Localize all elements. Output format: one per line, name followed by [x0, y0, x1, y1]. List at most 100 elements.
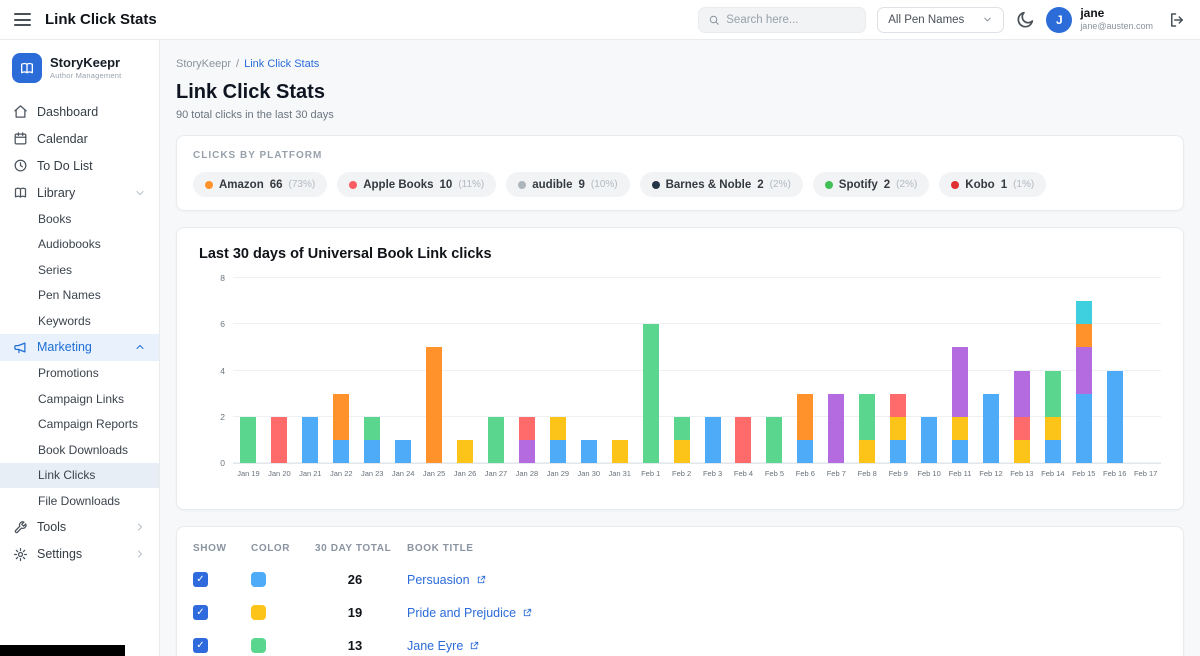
- page-title: Link Click Stats: [176, 81, 1184, 104]
- bar-segment-red: [271, 417, 287, 463]
- show-checkbox[interactable]: ✓: [193, 638, 208, 653]
- platform-name: Apple Books: [363, 179, 433, 191]
- user-name: jane: [1080, 7, 1153, 21]
- sidebar-subitem-label: Promotions: [38, 366, 99, 380]
- page-subtitle: 90 total clicks in the last 30 days: [176, 109, 1184, 121]
- bar-feb-7: [821, 278, 852, 463]
- x-tick-label: Feb 9: [883, 469, 914, 478]
- sidebar-item-campaign-links[interactable]: Campaign Links: [0, 386, 159, 412]
- sidebar-item-file-downloads[interactable]: File Downloads: [0, 488, 159, 514]
- bar-segment-red: [1014, 417, 1030, 440]
- bar-jan-28: [511, 278, 542, 463]
- sidebar-item-keywords[interactable]: Keywords: [0, 308, 159, 334]
- book-title: Persuasion: [407, 573, 470, 587]
- column-header-show: SHOW: [193, 543, 239, 554]
- clicks-table: SHOWCOLOR30 DAY TOTALBOOK TITLE✓26Persua…: [193, 531, 1167, 656]
- logout-icon[interactable]: [1168, 11, 1186, 29]
- color-swatch: [251, 638, 266, 653]
- bar-stack: [983, 278, 999, 463]
- bar-jan-19: [233, 278, 264, 463]
- chevron-down-icon: [982, 14, 993, 25]
- pen-names-dropdown[interactable]: All Pen Names: [877, 7, 1004, 33]
- bar-segment-yellow: [952, 417, 968, 440]
- x-tick-label: Jan 27: [481, 469, 512, 478]
- breadcrumb-current[interactable]: Link Click Stats: [244, 58, 319, 70]
- chevron-down-icon: [134, 187, 146, 199]
- sidebar-item-promotions[interactable]: Promotions: [0, 361, 159, 387]
- sidebar-subitem-label: File Downloads: [38, 494, 120, 508]
- brand-subtitle: Author Management: [50, 71, 121, 80]
- book-title-link[interactable]: Pride and Prejudice: [407, 606, 533, 620]
- x-tick-label: Feb 5: [759, 469, 790, 478]
- user-info: jane jane@austen.com: [1080, 7, 1153, 31]
- user-menu[interactable]: J jane jane@austen.com: [1046, 7, 1153, 33]
- bar-stack: [797, 278, 813, 463]
- sidebar-item-link-clicks[interactable]: Link Clicks: [0, 463, 159, 489]
- external-icon: [476, 574, 487, 585]
- bar-segment-purple: [952, 347, 968, 416]
- sidebar-item-books[interactable]: Books: [0, 206, 159, 232]
- menu-icon[interactable]: [14, 13, 31, 26]
- total-cell: 19: [315, 605, 395, 620]
- bar-stack: [426, 278, 442, 463]
- x-tick-label: Feb 8: [852, 469, 883, 478]
- sidebar-item-marketing[interactable]: Marketing: [0, 334, 159, 361]
- sidebar-item-audiobooks[interactable]: Audiobooks: [0, 232, 159, 258]
- topbar-right: All Pen Names J jane jane@austen.com: [698, 7, 1186, 33]
- sidebar-item-dashboard[interactable]: Dashboard: [0, 98, 159, 125]
- bar-segment-orange: [426, 347, 442, 463]
- sidebar-item-book-downloads[interactable]: Book Downloads: [0, 437, 159, 463]
- sidebar-item-label: Library: [37, 186, 125, 200]
- bar-feb-4: [728, 278, 759, 463]
- x-tick-label: Feb 14: [1037, 469, 1068, 478]
- chevron-up-icon: [134, 341, 146, 353]
- show-checkbox[interactable]: ✓: [193, 605, 208, 620]
- show-checkbox[interactable]: ✓: [193, 572, 208, 587]
- platform-percent: (2%): [896, 179, 917, 190]
- bar-segment-purple: [1014, 371, 1030, 417]
- bar-segment-red: [890, 394, 906, 417]
- sidebar-item-library[interactable]: Library: [0, 179, 159, 206]
- bar-segment-yellow: [1045, 417, 1061, 440]
- column-header-book-title: BOOK TITLE: [407, 543, 1167, 554]
- x-tick-label: Jan 24: [388, 469, 419, 478]
- search-box[interactable]: [698, 7, 866, 33]
- sidebar-item-calendar[interactable]: Calendar: [0, 125, 159, 152]
- dark-mode-toggle-moon-icon[interactable]: [1015, 10, 1035, 30]
- x-tick-label: Jan 21: [295, 469, 326, 478]
- bar-feb-3: [697, 278, 728, 463]
- sidebar-item-series[interactable]: Series: [0, 257, 159, 283]
- bar-stack: [1138, 278, 1154, 463]
- bar-segment-blue: [952, 440, 968, 463]
- bar-segment-blue: [333, 440, 349, 463]
- avatar[interactable]: J: [1046, 7, 1072, 33]
- sidebar-item-settings[interactable]: Settings: [0, 541, 159, 568]
- bar-segment-blue: [550, 440, 566, 463]
- book-title-link[interactable]: Persuasion: [407, 573, 487, 587]
- sidebar-item-to-do-list[interactable]: To Do List: [0, 152, 159, 179]
- topbar: Link Click Stats All Pen Names J jane ja…: [0, 0, 1200, 40]
- platform-percent: (1%): [1013, 179, 1034, 190]
- bar-segment-green: [859, 394, 875, 440]
- x-tick-label: Jan 29: [542, 469, 573, 478]
- bar-stack: [1076, 278, 1092, 463]
- sidebar-item-campaign-reports[interactable]: Campaign Reports: [0, 412, 159, 438]
- sidebar-item-pen-names[interactable]: Pen Names: [0, 283, 159, 309]
- book-title-link[interactable]: Jane Eyre: [407, 639, 480, 653]
- bar-stack: [1014, 278, 1030, 463]
- bar-segment-orange: [797, 394, 813, 440]
- platform-pill-spotify: Spotify2(2%): [813, 172, 930, 197]
- book-icon: [19, 60, 35, 76]
- platform-card-heading: CLICKS BY PLATFORM: [193, 150, 1167, 161]
- sidebar-subitem-label: Audiobooks: [38, 237, 101, 251]
- breadcrumb-separator: /: [236, 58, 239, 70]
- sidebar-item-tools[interactable]: Tools: [0, 514, 159, 541]
- search-input[interactable]: [726, 14, 851, 26]
- x-tick-label: Feb 3: [697, 469, 728, 478]
- x-tick-label: Feb 12: [976, 469, 1007, 478]
- sidebar-nav: DashboardCalendarTo Do List Library Books A…: [0, 98, 159, 568]
- bar-stack: [240, 278, 256, 463]
- platform-pill-apple-books: Apple Books10(11%): [337, 172, 496, 197]
- platform-name: Barnes & Noble: [666, 179, 752, 191]
- calendar-icon: [13, 131, 28, 146]
